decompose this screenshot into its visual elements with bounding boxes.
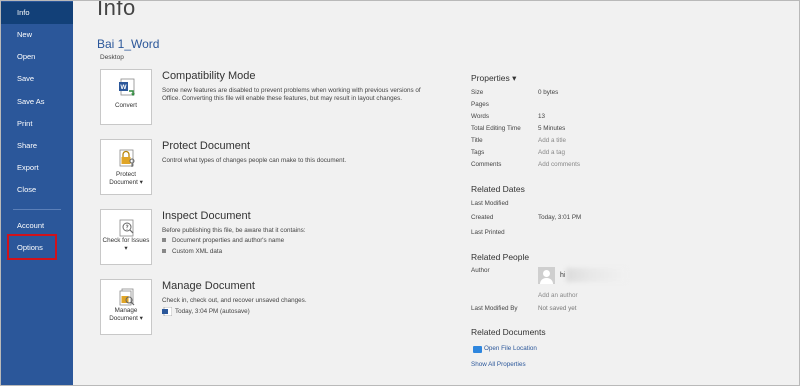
- sidebar-item-open[interactable]: Open: [1, 46, 73, 68]
- inspect-document-icon: [119, 219, 134, 237]
- author-label: Author: [471, 267, 490, 274]
- bullet-square-icon: [162, 249, 166, 254]
- last-modified-by-value: Not saved yet: [538, 305, 577, 312]
- word-doc-icon: [162, 306, 173, 317]
- sidebar-item-save[interactable]: Save: [1, 68, 73, 90]
- sidebar-item-close[interactable]: Close: [1, 179, 73, 201]
- avatar-body-icon: [540, 278, 553, 284]
- sidebar-item-export[interactable]: Export: [1, 157, 73, 179]
- prop-comments-input[interactable]: Add comments: [538, 161, 580, 168]
- inspect-bullet: Custom XML data: [162, 248, 222, 255]
- related-dates-title: Related Dates: [471, 184, 525, 194]
- inspect-document-title: Inspect Document: [162, 210, 251, 222]
- autosave-version-label: Today, 3:04 PM (autosave): [175, 308, 250, 316]
- convert-button[interactable]: W Convert: [100, 69, 152, 125]
- protect-document-description: Control what types of changes people can…: [162, 157, 347, 164]
- created-label: Created: [471, 214, 494, 221]
- last-printed-label: Last Printed: [471, 229, 505, 236]
- autosave-version[interactable]: Today, 3:04 PM (autosave): [162, 306, 250, 317]
- sidebar-item-save-as[interactable]: Save As: [1, 91, 73, 113]
- sidebar-item-new[interactable]: New: [1, 24, 73, 46]
- prop-tags-input[interactable]: Add a tag: [538, 149, 565, 156]
- sidebar-divider: [13, 209, 61, 210]
- last-modified-by-label: Last Modified By: [471, 305, 518, 312]
- word-convert-icon: W: [119, 78, 135, 96]
- prop-comments-label: Comments: [471, 161, 502, 168]
- prop-editing-time-label: Total Editing Time: [471, 125, 521, 132]
- related-documents-title: Related Documents: [471, 327, 546, 337]
- compatibility-mode-title: Compatibility Mode: [162, 70, 256, 82]
- redacted-author-blur: [566, 268, 626, 282]
- sidebar-item-share[interactable]: Share: [1, 135, 73, 157]
- options-highlight-box: [7, 234, 57, 260]
- add-author-input[interactable]: Add an author: [538, 292, 578, 299]
- properties-dropdown[interactable]: Properties ▾: [471, 73, 516, 84]
- bullet-square-icon: [162, 238, 166, 243]
- author-avatar: [538, 267, 555, 284]
- convert-button-label: Convert: [114, 102, 138, 109]
- show-all-properties-link[interactable]: Show All Properties: [471, 361, 526, 368]
- document-name: Bai 1_Word: [97, 37, 160, 51]
- manage-document-icon: [119, 288, 135, 306]
- manage-document-button[interactable]: Manage Document ▾: [100, 279, 152, 335]
- prop-tags-label: Tags: [471, 149, 485, 156]
- protect-document-button-label: Protect Document ▾: [109, 171, 143, 186]
- check-for-issues-button-label: Check for Issues ▾: [102, 237, 150, 252]
- open-file-location-link[interactable]: Open File Location: [484, 345, 537, 352]
- related-people-title: Related People: [471, 252, 530, 262]
- prop-size-label: Size: [471, 89, 484, 96]
- check-for-issues-button[interactable]: Check for Issues ▾: [100, 209, 152, 265]
- inspect-bullet-text: Custom XML data: [172, 248, 223, 255]
- protect-document-button[interactable]: Protect Document ▾: [100, 139, 152, 195]
- prop-words-value: 13: [538, 113, 546, 120]
- prop-words-label: Words: [471, 113, 490, 120]
- manage-document-description: Check in, check out, and recover unsaved…: [162, 297, 307, 304]
- protect-document-title: Protect Document: [162, 140, 251, 152]
- compatibility-mode-description: Some new features are disabled to preven…: [162, 87, 421, 102]
- manage-document-button-label: Manage Document ▾: [109, 307, 143, 322]
- backstage-sidebar: Info New Open Save Save As Print Share E…: [1, 1, 73, 385]
- manage-document-title: Manage Document: [162, 280, 255, 292]
- prop-title-input[interactable]: Add a title: [538, 137, 566, 144]
- inspect-bullet: Document properties and author's name: [162, 237, 284, 244]
- sidebar-item-info[interactable]: Info: [1, 2, 73, 24]
- backstage-window: Info New Open Save Save As Print Share E…: [0, 0, 800, 386]
- svg-text:W: W: [120, 84, 127, 91]
- document-location: Desktop: [100, 54, 124, 61]
- prop-size-value: 0 bytes: [538, 89, 559, 96]
- author-name[interactable]: hi: [560, 272, 565, 279]
- prop-pages-label: Pages: [471, 101, 489, 108]
- created-value: Today, 3:01 PM: [538, 214, 582, 221]
- lock-key-icon: [119, 149, 135, 167]
- info-pane: Info Bai 1_Word Desktop W Convert Compat…: [73, 0, 799, 385]
- prop-editing-time-value: 5 Minutes: [538, 125, 566, 132]
- folder-icon: [473, 346, 482, 353]
- sidebar-item-print[interactable]: Print: [1, 113, 73, 135]
- last-modified-label: Last Modified: [471, 200, 509, 207]
- prop-title-label: Title: [471, 137, 483, 144]
- page-title: Info: [97, 0, 136, 20]
- inspect-bullet-text: Document properties and author's name: [172, 237, 285, 244]
- inspect-document-description: Before publishing this file, be aware th…: [162, 227, 306, 234]
- avatar-head-icon: [543, 270, 550, 277]
